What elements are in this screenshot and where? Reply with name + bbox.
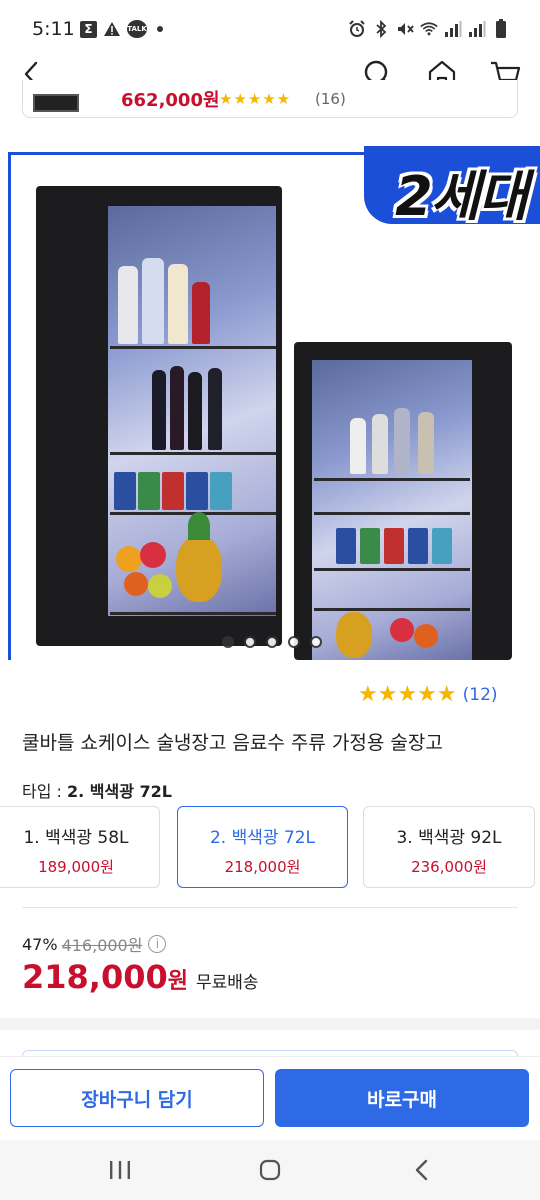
system-icons	[348, 19, 510, 38]
related-product-card[interactable]: 662,000원 ★★★★★ (16)	[22, 80, 518, 118]
generation-badge: 2세대	[395, 165, 528, 228]
small-fridge-image	[294, 342, 512, 660]
small-fridge-glass-door	[312, 360, 472, 660]
option-type-prefix: 타입 :	[22, 782, 68, 801]
option-name: 3. 백색광 92L	[396, 828, 502, 848]
notification-icons: Σ TALK	[80, 20, 163, 38]
section-divider	[22, 907, 518, 908]
sale-price-row: 218,000 원 무료배송	[22, 958, 259, 996]
info-icon[interactable]: i	[148, 935, 167, 953]
buy-now-button[interactable]: 바로구매	[275, 1069, 529, 1127]
mute-icon	[396, 20, 414, 38]
related-product-stars: ★★★★★	[219, 90, 292, 108]
carousel-dot[interactable]	[244, 636, 256, 648]
carousel-dot[interactable]	[288, 636, 300, 648]
carousel-dot[interactable]	[266, 636, 278, 648]
selected-option-name: 2. 백색광 72L	[67, 782, 172, 801]
recent-apps-icon[interactable]	[102, 1154, 138, 1186]
original-price: 416,000원	[61, 936, 143, 955]
option-price: 236,000원	[411, 858, 487, 876]
battery-icon	[492, 19, 510, 38]
option-card-58l[interactable]: 1. 백색광 58L 189,000원	[0, 806, 160, 888]
sigma-icon: Σ	[80, 20, 97, 38]
shipping-label: 무료배송	[196, 973, 259, 993]
more-notifications-dot	[157, 26, 163, 32]
section-separator	[0, 1018, 540, 1030]
sale-price-unit: 원	[167, 969, 188, 994]
wifi-icon	[420, 20, 438, 38]
option-card-92l[interactable]: 3. 백색광 92L 236,000원	[363, 806, 535, 888]
related-product-thumbnail	[33, 94, 79, 112]
rating-stars: ★★★★★	[358, 682, 457, 707]
alarm-icon	[348, 20, 366, 38]
option-price: 218,000원	[224, 858, 301, 876]
review-count-link[interactable]: (12)	[463, 685, 498, 705]
option-name: 2. 백색광 72L	[209, 828, 316, 848]
carousel-dot[interactable]	[310, 636, 322, 648]
product-image-carousel[interactable]: 2세대	[0, 146, 540, 660]
discount-row: 47% 416,000원 i	[22, 932, 167, 956]
carousel-dot[interactable]	[222, 636, 234, 648]
option-name: 1. 백색광 58L	[23, 828, 129, 848]
related-product-price: 662,000원	[121, 90, 220, 111]
option-card-72l[interactable]: 2. 백색광 72L 218,000원	[177, 806, 348, 888]
option-price: 189,000원	[38, 858, 114, 876]
bluetooth-icon	[372, 20, 390, 38]
sale-price: 218,000	[22, 958, 168, 996]
product-title: 쿨바틀 쇼케이스 술냉장고 음료수 주류 가정용 술장고	[22, 732, 443, 754]
related-product-review-count: (16)	[315, 90, 346, 108]
talk-icon: TALK	[127, 20, 147, 38]
status-time: 5:11	[32, 18, 75, 40]
system-back-icon[interactable]	[404, 1154, 440, 1186]
system-navigation-bar	[0, 1140, 540, 1200]
add-to-cart-button[interactable]: 장바구니 담기	[10, 1069, 264, 1127]
signal-icon	[468, 20, 486, 38]
warning-icon	[103, 20, 121, 38]
carousel-indicator	[222, 636, 322, 648]
bottom-action-bar: 장바구니 담기 바로구매	[0, 1056, 540, 1140]
product-rating[interactable]: ★★★★★ (12)	[358, 682, 498, 707]
discount-rate: 47%	[22, 934, 58, 954]
option-type-label: 타입 : 2. 백색광 72L	[22, 778, 172, 802]
home-button-icon[interactable]	[252, 1154, 288, 1186]
large-fridge-image	[36, 186, 282, 646]
signal-icon	[444, 20, 462, 38]
